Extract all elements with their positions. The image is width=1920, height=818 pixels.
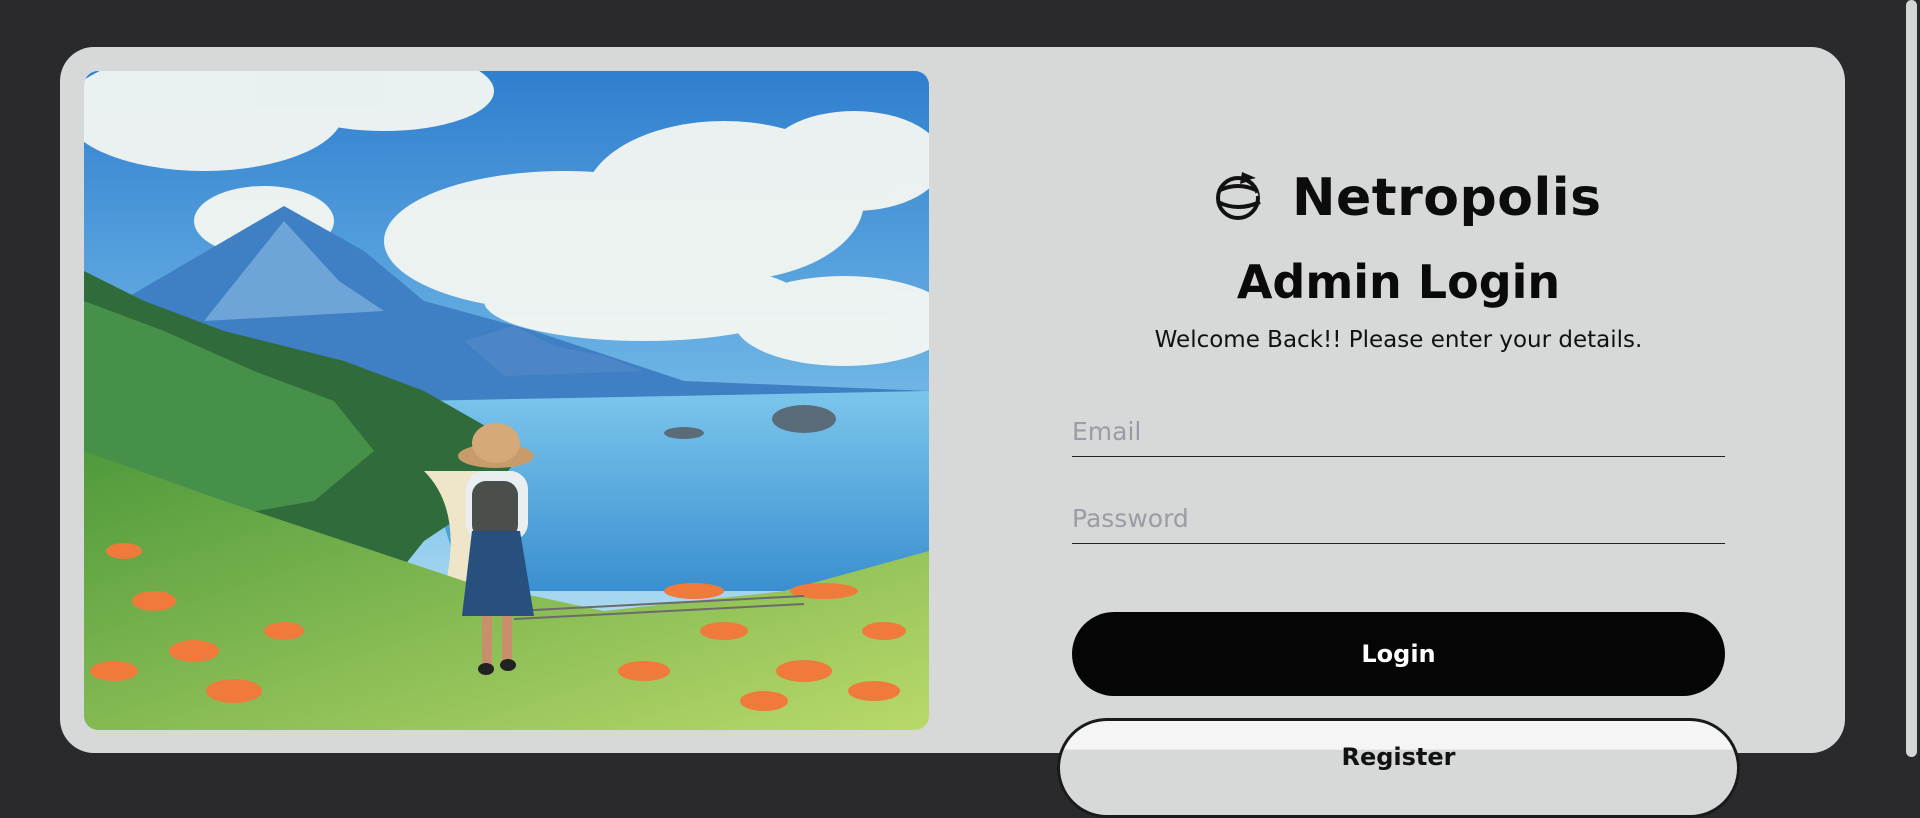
welcome-text: Welcome Back!! Please enter your details…	[1154, 327, 1643, 353]
brand-name: Netropolis	[1292, 168, 1602, 228]
scrollbar-thumb[interactable]	[1906, 0, 1917, 757]
hero-illustration	[84, 71, 929, 730]
email-field[interactable]	[1072, 406, 1725, 457]
login-button[interactable]: Login	[1072, 612, 1725, 696]
brand: Netropolis	[1212, 160, 1602, 236]
password-field[interactable]	[1072, 493, 1725, 544]
register-button[interactable]: Register	[1057, 718, 1740, 818]
globe-plane-icon	[1212, 168, 1266, 228]
scrollbar-track[interactable]	[1902, 0, 1920, 807]
page-title: Admin Login	[1236, 255, 1561, 309]
